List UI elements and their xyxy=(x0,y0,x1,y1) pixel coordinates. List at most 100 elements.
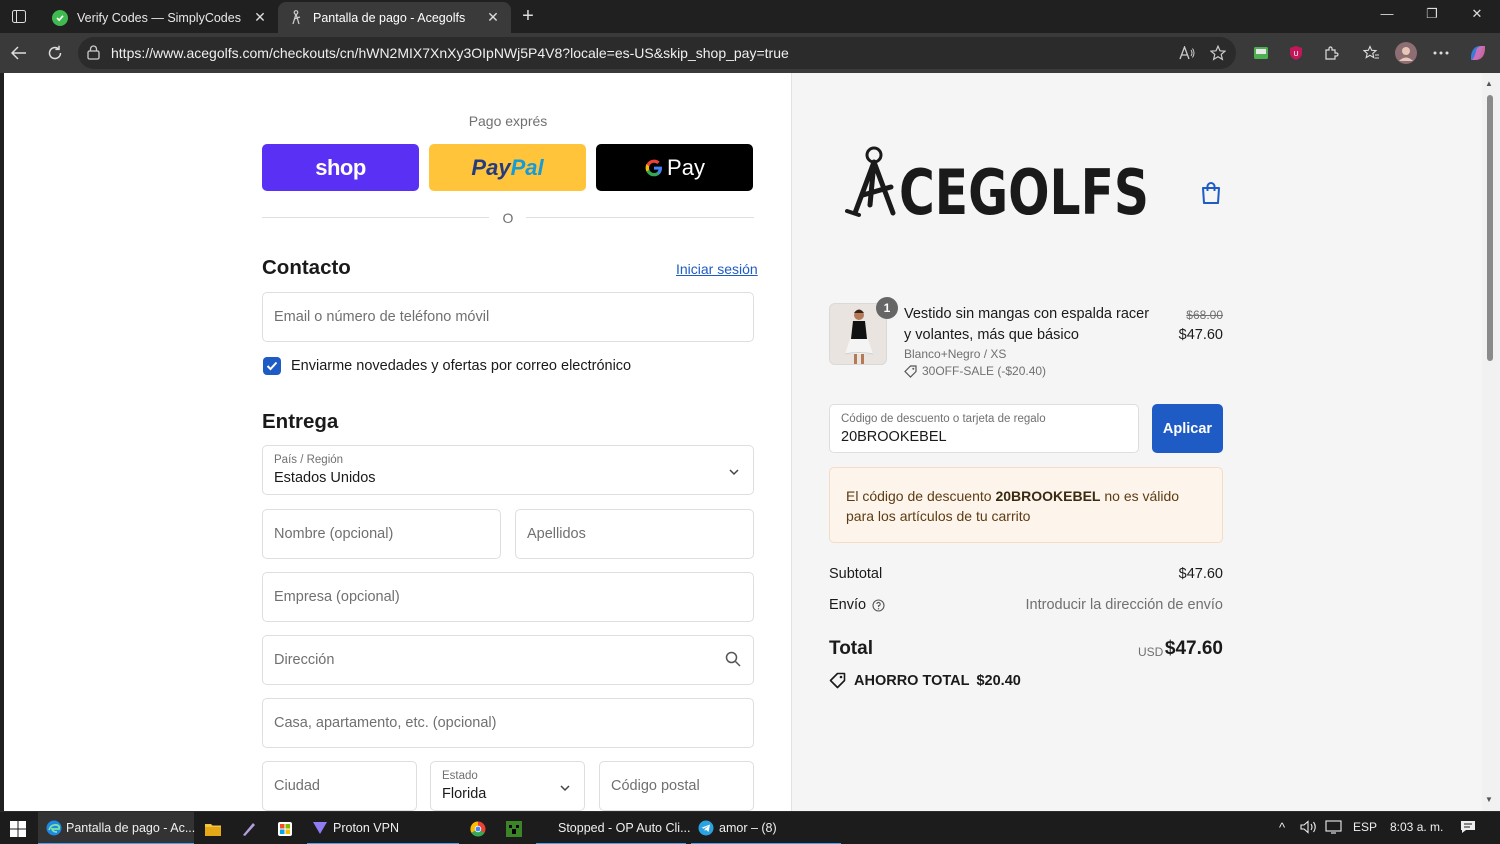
google-pay-label: Pay xyxy=(667,154,705,180)
paypal-button[interactable]: PayPal xyxy=(429,144,586,191)
close-tab-icon[interactable]: ✕ xyxy=(485,9,501,26)
search-icon[interactable] xyxy=(725,651,741,672)
newsletter-label: Enviarme novedades y ofertas por correo … xyxy=(291,358,632,374)
tab-acegolfs[interactable]: Pantalla de pago - Acegolfs ✕ xyxy=(278,2,511,33)
shop-pay-logo: shop xyxy=(315,154,366,180)
apply-discount-button[interactable]: Aplicar xyxy=(1152,404,1223,453)
file-explorer-icon[interactable] xyxy=(203,812,223,844)
profile-avatar[interactable] xyxy=(1395,42,1417,64)
store-app-icon[interactable] xyxy=(275,812,295,844)
taskbar-label: Pantalla de pago - Ac... xyxy=(66,820,196,835)
chrome-icon[interactable] xyxy=(468,812,488,844)
address-placeholder: Dirección xyxy=(274,652,335,668)
browser-tab-bar: Verify Codes — SimplyCodes ✕ Pantalla de… xyxy=(0,0,1500,33)
state-select[interactable]: Estado Florida xyxy=(430,761,585,811)
country-label: País / Región xyxy=(274,454,344,466)
last-name-field[interactable]: Apellidos xyxy=(515,509,754,559)
total-savings: AHORRO TOTAL $20.40 xyxy=(829,672,1021,689)
subtotal-label: Subtotal xyxy=(829,566,883,582)
copilot-icon[interactable] xyxy=(1468,43,1488,63)
url-text[interactable]: https://www.acegolfs.com/checkouts/cn/hW… xyxy=(111,45,789,61)
clock[interactable]: 8:03 a. m. xyxy=(1390,820,1443,834)
read-aloud-icon[interactable] xyxy=(1178,44,1196,62)
express-checkout-label: Pago exprés xyxy=(468,113,548,129)
volume-icon[interactable] xyxy=(1300,820,1318,837)
taskbar-edge-window[interactable]: Pantalla de pago - Ac... xyxy=(38,812,196,844)
email-field[interactable]: Email o número de teléfono móvil xyxy=(262,292,754,342)
checkout-page: Pago exprés shop PayPal Pay O Contacto I… xyxy=(4,73,1482,811)
restore-icon[interactable]: ❐ xyxy=(1422,6,1442,22)
page-scrollbar[interactable]: ▲ ▼ xyxy=(1482,73,1500,811)
city-field[interactable]: Ciudad xyxy=(262,761,417,811)
shop-pay-button[interactable]: shop xyxy=(262,144,419,191)
pen-app-icon[interactable] xyxy=(239,812,259,844)
discount-code-field[interactable]: Código de descuento o tarjeta de regalo … xyxy=(829,404,1139,453)
tab-title: Verify Codes — SimplyCodes xyxy=(77,10,241,25)
first-name-field[interactable]: Nombre (opcional) xyxy=(262,509,501,559)
company-field[interactable]: Empresa (opcional) xyxy=(262,572,754,622)
checkmark-icon xyxy=(266,361,278,371)
quantity-badge: 1 xyxy=(876,297,898,319)
browser-toolbar: https://www.acegolfs.com/checkouts/cn/hW… xyxy=(0,33,1500,73)
scroll-up-icon[interactable]: ▲ xyxy=(1485,79,1493,88)
scrollbar-thumb[interactable] xyxy=(1487,95,1493,361)
tab-simplycodes[interactable]: Verify Codes — SimplyCodes ✕ xyxy=(42,2,278,33)
refresh-icon[interactable] xyxy=(44,42,66,64)
zip-field[interactable]: Código postal xyxy=(599,761,754,811)
favorites-icon[interactable] xyxy=(1361,43,1381,63)
tab-title: Pantalla de pago - Acegolfs xyxy=(313,10,466,25)
taskbar-label: amor – (8) xyxy=(719,820,777,835)
taskbar-protonvpn[interactable]: Proton VPN xyxy=(307,812,459,844)
shipping-value: Introducir la dirección de envío xyxy=(1025,597,1223,613)
google-g-icon xyxy=(644,158,664,178)
help-icon[interactable] xyxy=(872,598,885,612)
city-placeholder: Ciudad xyxy=(274,778,320,794)
zip-placeholder: Código postal xyxy=(611,778,700,794)
login-link[interactable]: Iniciar sesión xyxy=(676,261,758,277)
tray-overflow-icon[interactable]: ^ xyxy=(1279,820,1285,835)
address-bar[interactable]: https://www.acegolfs.com/checkouts/cn/hW… xyxy=(78,37,1236,69)
favorite-star-icon[interactable] xyxy=(1209,44,1227,62)
chevron-down-icon xyxy=(728,463,740,481)
savings-label: AHORRO TOTAL xyxy=(854,672,970,689)
extension-shield-icon[interactable]: U xyxy=(1286,43,1306,63)
back-icon[interactable] xyxy=(8,42,30,64)
google-pay-button[interactable]: Pay xyxy=(596,144,753,191)
language-indicator[interactable]: ESP xyxy=(1353,820,1377,834)
discount-error-message: El código de descuento 20BROOKEBEL no es… xyxy=(829,467,1223,543)
new-tab-icon[interactable]: + xyxy=(518,5,538,27)
extension-image-icon[interactable] xyxy=(1251,43,1271,63)
lock-icon[interactable] xyxy=(87,45,100,65)
scroll-down-icon[interactable]: ▼ xyxy=(1485,795,1493,804)
acegolfs-logo[interactable]: CEGOLFS xyxy=(837,145,1157,229)
more-menu-icon[interactable] xyxy=(1431,43,1451,63)
close-tab-icon[interactable]: ✕ xyxy=(252,9,268,26)
product-variant: Blanco+Negro / XS xyxy=(904,347,1007,361)
divider-left xyxy=(262,217,489,218)
tab-actions-icon[interactable] xyxy=(8,6,30,26)
taskbar-telegram[interactable]: amor – (8) xyxy=(691,812,841,844)
minecraft-icon[interactable] xyxy=(504,812,524,844)
address-field[interactable]: Dirección xyxy=(262,635,754,685)
extensions-puzzle-icon[interactable] xyxy=(1321,43,1341,63)
apartment-field[interactable]: Casa, apartamento, etc. (opcional) xyxy=(262,698,754,748)
country-select[interactable]: País / Región Estados Unidos xyxy=(262,445,754,495)
discount-code-label: Código de descuento o tarjeta de regalo xyxy=(841,413,1046,425)
email-placeholder: Email o número de teléfono móvil xyxy=(274,309,490,325)
taskbar-op-auto-clicker[interactable]: Stopped - OP Auto Cli... xyxy=(536,812,690,844)
minimize-icon[interactable]: — xyxy=(1377,6,1397,21)
start-button[interactable] xyxy=(8,812,28,844)
tag-icon xyxy=(904,364,917,378)
error-code: 20BROOKEBEL xyxy=(995,488,1101,504)
product-price: $47.60 xyxy=(1178,327,1223,343)
tag-icon xyxy=(829,672,846,689)
notifications-icon[interactable] xyxy=(1460,820,1476,837)
delivery-heading: Entrega xyxy=(262,410,339,433)
network-icon[interactable] xyxy=(1325,820,1343,837)
newsletter-checkbox[interactable] xyxy=(263,357,281,375)
close-window-icon[interactable]: ✕ xyxy=(1467,6,1487,22)
windows-taskbar: Pantalla de pago - Ac... Proton VPN Stop… xyxy=(0,811,1500,844)
savings-value: $20.40 xyxy=(976,672,1021,689)
country-value: Estados Unidos xyxy=(274,470,376,486)
shopping-bag-icon[interactable] xyxy=(1200,181,1222,210)
